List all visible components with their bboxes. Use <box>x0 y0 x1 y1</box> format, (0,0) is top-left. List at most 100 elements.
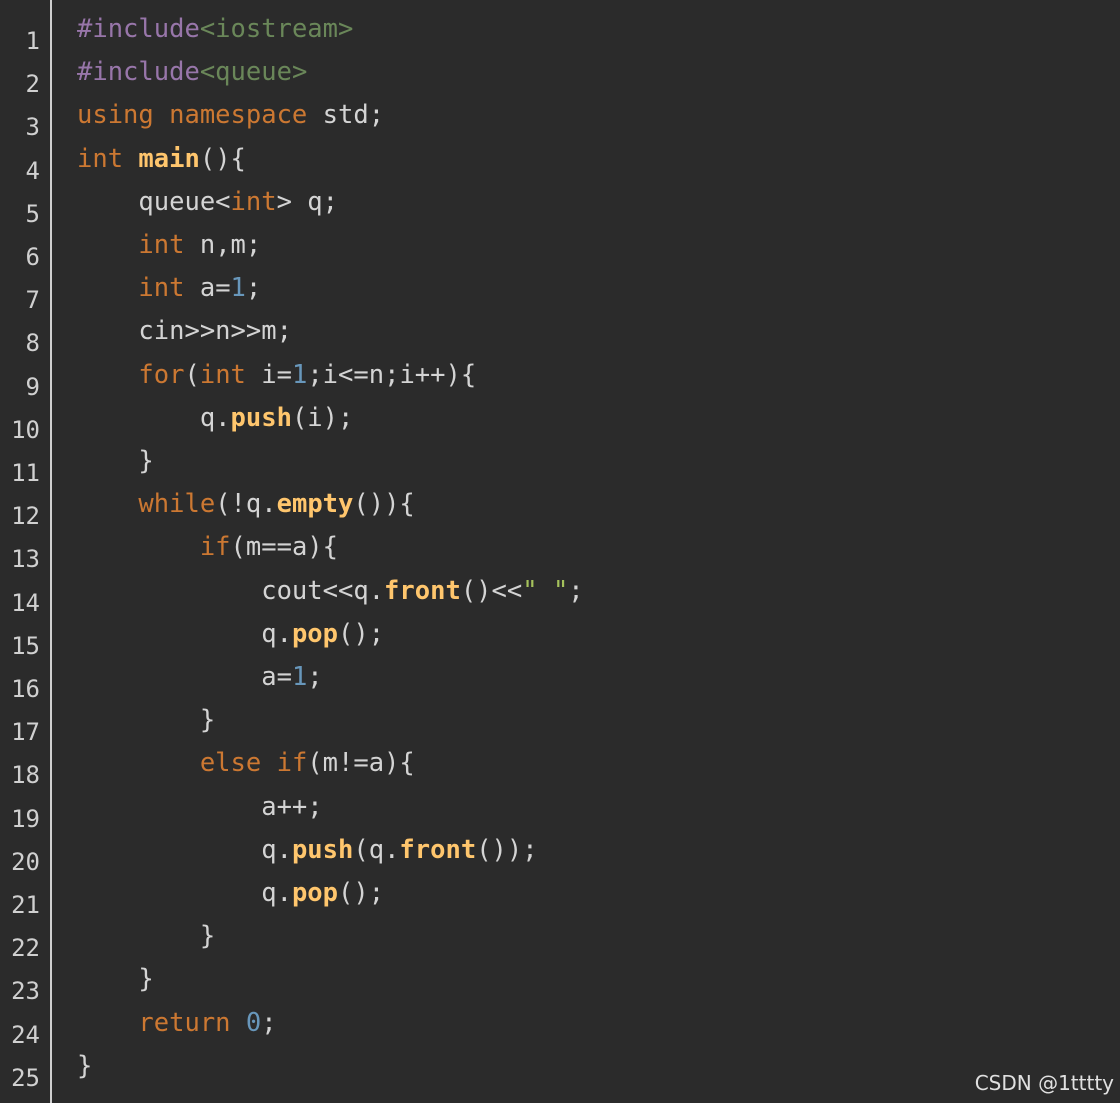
code-text: q.pop(); <box>77 613 384 656</box>
line-number: 25 <box>11 1063 40 1092</box>
code-token: front <box>399 834 477 865</box>
code-token: (); <box>338 618 385 649</box>
code-token: q. <box>77 402 231 433</box>
code-token: push <box>230 402 292 433</box>
code-token: } <box>77 921 216 952</box>
code-token: ()){ <box>353 489 415 520</box>
code-token: a++; <box>77 791 323 822</box>
code-token: int <box>77 143 124 174</box>
code-token: for <box>138 359 185 390</box>
code-token: a= <box>77 662 292 692</box>
code-text: int main(){ <box>77 138 246 181</box>
code-token: (){ <box>199 143 246 174</box>
code-token: } <box>77 446 154 476</box>
code-token: <iostream> <box>199 14 354 44</box>
code-token: q. <box>77 878 292 908</box>
code-text: cin>>n>>m; <box>77 310 292 353</box>
code-token: } <box>77 964 154 995</box>
code-text: } <box>77 699 215 742</box>
code-text: q.push(q.front()); <box>77 829 538 872</box>
code-token: empty <box>276 489 354 520</box>
code-text: if(m==a){ <box>77 526 338 569</box>
code-token: ; <box>245 273 262 304</box>
code-line: 25} <box>0 1051 1120 1094</box>
code-token: <queue> <box>199 57 308 88</box>
code-token: while <box>138 489 216 520</box>
code-token: ; <box>261 1007 277 1038</box>
code-text: using namespace std; <box>77 94 384 137</box>
code-token: 1 <box>291 662 308 692</box>
code-token: a= <box>184 273 231 304</box>
code-token: int <box>230 186 277 217</box>
code-text: for(int i=1;i<=n;i++){ <box>77 354 476 397</box>
code-token: ( <box>184 359 200 390</box>
code-text: a=1; <box>77 656 323 699</box>
code-token: (q. <box>353 834 400 865</box>
code-token: (i); <box>291 402 354 433</box>
code-token: 1 <box>291 359 308 390</box>
code-text: cout<<q.front()<<" "; <box>77 570 584 613</box>
code-line: 10 q.push(i); <box>0 403 1120 446</box>
code-text: a++; <box>77 786 323 829</box>
code-editor[interactable]: 1 #include<iostream> 2 #include<queue> 3 usin… <box>0 0 1120 1103</box>
code-token: std; <box>307 100 385 131</box>
code-text: } <box>77 1045 92 1088</box>
code-line: 24 return 0; <box>0 1008 1120 1051</box>
code-token: ()); <box>476 834 538 865</box>
code-token: return <box>138 1007 231 1038</box>
code-token: front <box>384 575 461 606</box>
code-text: } <box>77 440 154 483</box>
code-token: ; <box>307 662 323 692</box>
code-token: int <box>199 359 246 390</box>
code-text: q.pop(); <box>77 872 384 915</box>
code-token: q. <box>77 618 292 649</box>
code-token: int <box>138 273 185 304</box>
code-token: } <box>77 705 216 736</box>
code-token: (); <box>338 878 385 908</box>
code-token: queue< <box>77 186 231 217</box>
code-token: push <box>291 834 354 865</box>
code-text: q.push(i); <box>77 397 354 440</box>
code-token: ;i<=n;i++){ <box>307 359 477 390</box>
code-text: while(!q.empty()){ <box>77 483 415 526</box>
code-token: if <box>199 532 231 563</box>
code-token: pop <box>291 878 338 908</box>
code-text: queue<int> q; <box>77 181 338 224</box>
code-text: #include<iostream> <box>77 8 353 51</box>
code-token: (m==a){ <box>230 532 339 563</box>
code-token: #include <box>77 14 200 44</box>
watermark: CSDN @1tttty <box>974 1071 1114 1095</box>
code-token: cin>>n>>m; <box>77 316 292 347</box>
code-token: int <box>138 230 185 260</box>
code-text: else if(m!=a){ <box>77 742 415 785</box>
code-text: #include<queue> <box>77 51 307 94</box>
code-token: " " <box>522 575 569 606</box>
code-token: i= <box>245 359 292 390</box>
code-token: 1 <box>230 273 246 304</box>
code-text: int n,m; <box>77 224 261 267</box>
code-token: main <box>138 143 200 174</box>
code-token: (!q. <box>215 489 277 520</box>
code-token: #include <box>77 57 200 88</box>
code-token: ()<< <box>460 575 523 606</box>
code-token: using namespace <box>77 100 308 131</box>
code-line: 22 } <box>0 921 1120 964</box>
code-token: else if <box>199 748 308 779</box>
code-token: ; <box>568 575 584 606</box>
code-token: > q; <box>276 186 339 217</box>
code-token: q. <box>77 834 292 865</box>
code-token: } <box>77 1050 93 1081</box>
code-token: cout<<q. <box>77 575 385 606</box>
code-token: 0 <box>245 1007 262 1038</box>
code-text: } <box>77 958 154 1001</box>
code-text: } <box>77 915 215 958</box>
